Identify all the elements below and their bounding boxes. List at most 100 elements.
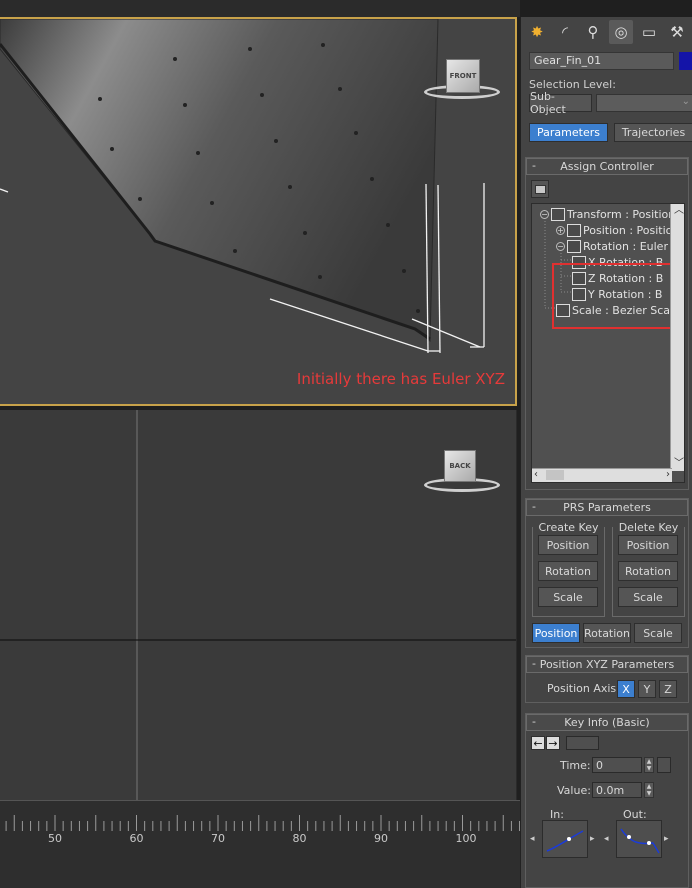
next-key-button[interactable]: → [546, 736, 560, 750]
prs-mode-position-tab[interactable]: Position [532, 623, 580, 643]
controller-tree-label: Position : Position [583, 223, 680, 237]
prs-parameters-header[interactable]: - PRS Parameters [526, 499, 688, 516]
position-axis-label: Position Axis: [547, 682, 620, 695]
command-panel-tabs: ✸ ◜ ⚲ ◎ ▭ ⚒ [525, 20, 689, 46]
parameters-button[interactable]: Parameters [529, 123, 608, 142]
position-axis-z-button[interactable]: Z [659, 680, 677, 698]
controller-tree-item[interactable]: − Transform : Position/ [540, 206, 679, 222]
expand-node-icon[interactable]: + [556, 225, 565, 235]
scroll-left-icon: ‹ [534, 469, 538, 480]
delete-key-scale-button[interactable]: Scale [618, 587, 678, 607]
position-xyz-rollout: - Position XYZ Parameters Position Axis:… [525, 655, 689, 703]
controller-icon [567, 239, 581, 253]
scroll-down-icon: ﹀ [674, 458, 684, 469]
in-tangent-right-arrow[interactable]: ▸ [590, 834, 595, 844]
create-key-scale-button[interactable]: Scale [538, 587, 598, 607]
key-info-header[interactable]: - Key Info (Basic) [526, 714, 688, 731]
scroll-thumb[interactable] [546, 470, 564, 480]
scroll-right-icon: › [666, 469, 670, 480]
create-key-rotation-button[interactable]: Rotation [538, 561, 598, 581]
time-spinner[interactable]: ▲ ▼ [644, 757, 654, 773]
controller-tree-item[interactable]: − Rotation : Euler X [556, 238, 679, 254]
delete-key-position-button[interactable]: Position [618, 535, 678, 555]
assign-controller-header[interactable]: - Assign Controller [526, 158, 688, 175]
controller-tree[interactable]: − Transform : Position/+ Position : Positi… [531, 203, 685, 483]
viewcube[interactable]: FRONT [446, 59, 480, 93]
trajectories-button[interactable]: Trajectories [614, 123, 692, 142]
timeline-tick-label: 100 [455, 832, 477, 845]
time-lock-button[interactable] [657, 757, 671, 773]
scroll-up-icon: ︿ [674, 205, 684, 216]
timeline-ruler [5, 815, 520, 831]
chevron-down-icon: ⌄ [681, 96, 690, 107]
controller-tree-label: Transform : Position/ [567, 207, 679, 221]
time-field[interactable]: 0 [592, 757, 642, 773]
assign-controller-title: Assign Controller [560, 160, 654, 173]
motion-icon: ◎ [614, 23, 628, 41]
command-panel: ✸ ◜ ⚲ ◎ ▭ ⚒ Gear_Fin_01 Selection Level: Sub-… [520, 17, 692, 888]
assign-controller-button[interactable] [531, 180, 549, 198]
arrow-right-icon: → [548, 736, 558, 750]
delete-key-label: Delete Key [613, 521, 684, 534]
hierarchy-icon: ⚲ [587, 23, 599, 41]
collapse-icon: - [532, 159, 536, 172]
collapse-node-icon[interactable]: − [540, 209, 549, 219]
timeline-tick-label: 90 [374, 832, 388, 845]
viewport-front[interactable]: FRONT Initially there has Euler XYZ [0, 17, 517, 406]
collapse-node-icon[interactable]: − [556, 241, 565, 251]
timeline-tick-label: 80 [292, 832, 307, 845]
prs-parameters-rollout: - PRS Parameters Create Key Delete Key P… [525, 498, 689, 648]
prev-key-button[interactable]: ← [531, 736, 545, 750]
collapse-icon: - [532, 500, 536, 513]
utilities-tab[interactable]: ⚒ [665, 20, 689, 44]
highlight-box [552, 263, 680, 329]
sub-object-button[interactable]: Sub-Object [529, 90, 592, 116]
value-spinner[interactable]: ▲ ▼ [644, 782, 654, 798]
object-color-swatch[interactable] [679, 52, 692, 70]
timeline[interactable]: 50 60 70 80 90 100 [0, 800, 520, 888]
create-key-label: Create Key [533, 521, 604, 534]
delete-key-rotation-button[interactable]: Rotation [618, 561, 678, 581]
out-tangent-left-arrow[interactable]: ◂ [604, 834, 609, 844]
utilities-icon: ⚒ [670, 23, 684, 41]
timeline-tick-label: 50 [48, 832, 62, 845]
position-axis-x-button[interactable]: X [617, 680, 635, 698]
back-grid [0, 410, 516, 800]
in-tangent-left-arrow[interactable]: ◂ [530, 834, 535, 844]
prs-mode-scale-tab[interactable]: Scale [634, 623, 682, 643]
controller-tree-item[interactable]: + Position : Position [556, 222, 679, 238]
viewcube-back[interactable]: BACK [444, 450, 476, 482]
tree-vertical-scrollbar[interactable]: ︿ ﹀ [670, 204, 684, 471]
display-tab[interactable]: ▭ [637, 20, 661, 44]
hierarchy-tab[interactable]: ⚲ [581, 20, 605, 44]
viewport-back[interactable]: BACK [0, 410, 517, 800]
modify-tab[interactable]: ◜ [553, 20, 577, 44]
out-tangent-button[interactable] [616, 820, 662, 858]
out-tangent-curve [620, 828, 660, 854]
create-tab[interactable]: ✸ [525, 20, 549, 44]
position-xyz-title: Position XYZ Parameters [539, 658, 675, 671]
position-xyz-header[interactable]: - Position XYZ Parameters [526, 656, 688, 673]
position-axis-y-button[interactable]: Y [638, 680, 656, 698]
controller-icon [567, 223, 581, 237]
tree-horizontal-scrollbar[interactable]: ‹ › [532, 468, 672, 482]
object-name-field[interactable]: Gear_Fin_01 [529, 52, 674, 70]
value-field[interactable]: 0.0m [592, 782, 642, 798]
in-tangent-button[interactable] [542, 820, 588, 858]
viewcube-label: FRONT [449, 72, 477, 80]
prs-parameters-title: PRS Parameters [563, 501, 651, 514]
key-info-title: Key Info (Basic) [564, 716, 650, 729]
motion-tab[interactable]: ◎ [609, 20, 633, 44]
annotation-text: Initially there has Euler XYZ [296, 370, 505, 388]
prs-mode-rotation-tab[interactable]: Rotation [583, 623, 631, 643]
key-number-field[interactable] [566, 736, 599, 750]
create-key-position-button[interactable]: Position [538, 535, 598, 555]
sub-object-dropdown[interactable]: ⌄ [596, 94, 692, 112]
value-label: Value: [557, 784, 591, 797]
out-tangent-right-arrow[interactable]: ▸ [664, 834, 669, 844]
assign-controller-icon [534, 184, 546, 194]
time-label: Time: [560, 759, 591, 772]
key-info-rollout: - Key Info (Basic) ← → Time: 0 ▲ ▼ Value:… [525, 713, 689, 888]
timeline-tick-label: 60 [129, 832, 144, 845]
viewcube-label-back: BACK [449, 462, 471, 470]
